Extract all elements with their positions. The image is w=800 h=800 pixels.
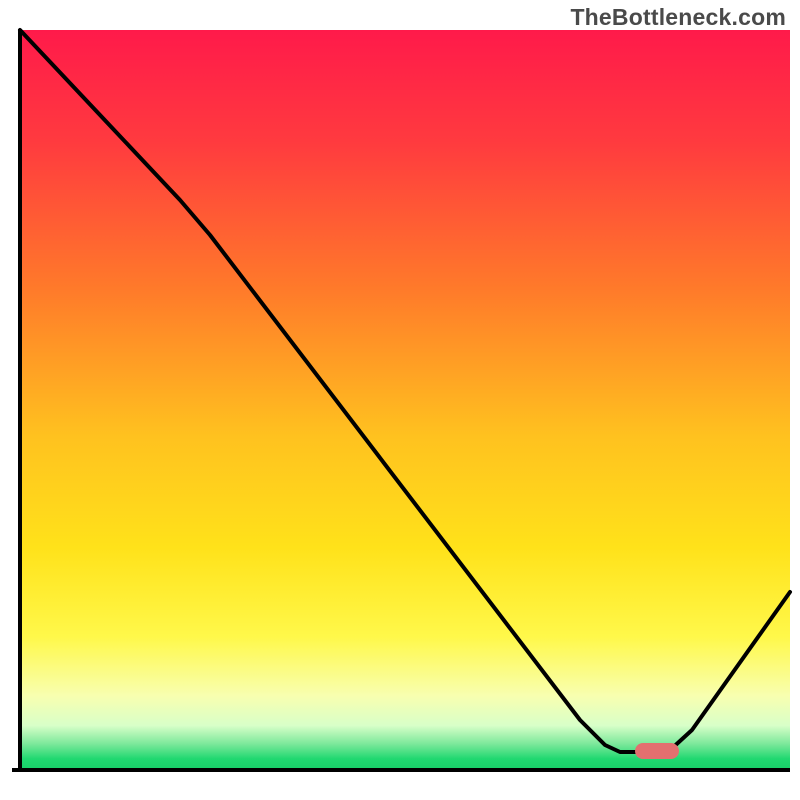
- chart-svg: [0, 0, 800, 800]
- plot-background: [20, 30, 790, 770]
- watermark-text: TheBottleneck.com: [570, 4, 786, 31]
- bottleneck-chart: TheBottleneck.com: [0, 0, 800, 800]
- optimal-marker: [635, 743, 679, 759]
